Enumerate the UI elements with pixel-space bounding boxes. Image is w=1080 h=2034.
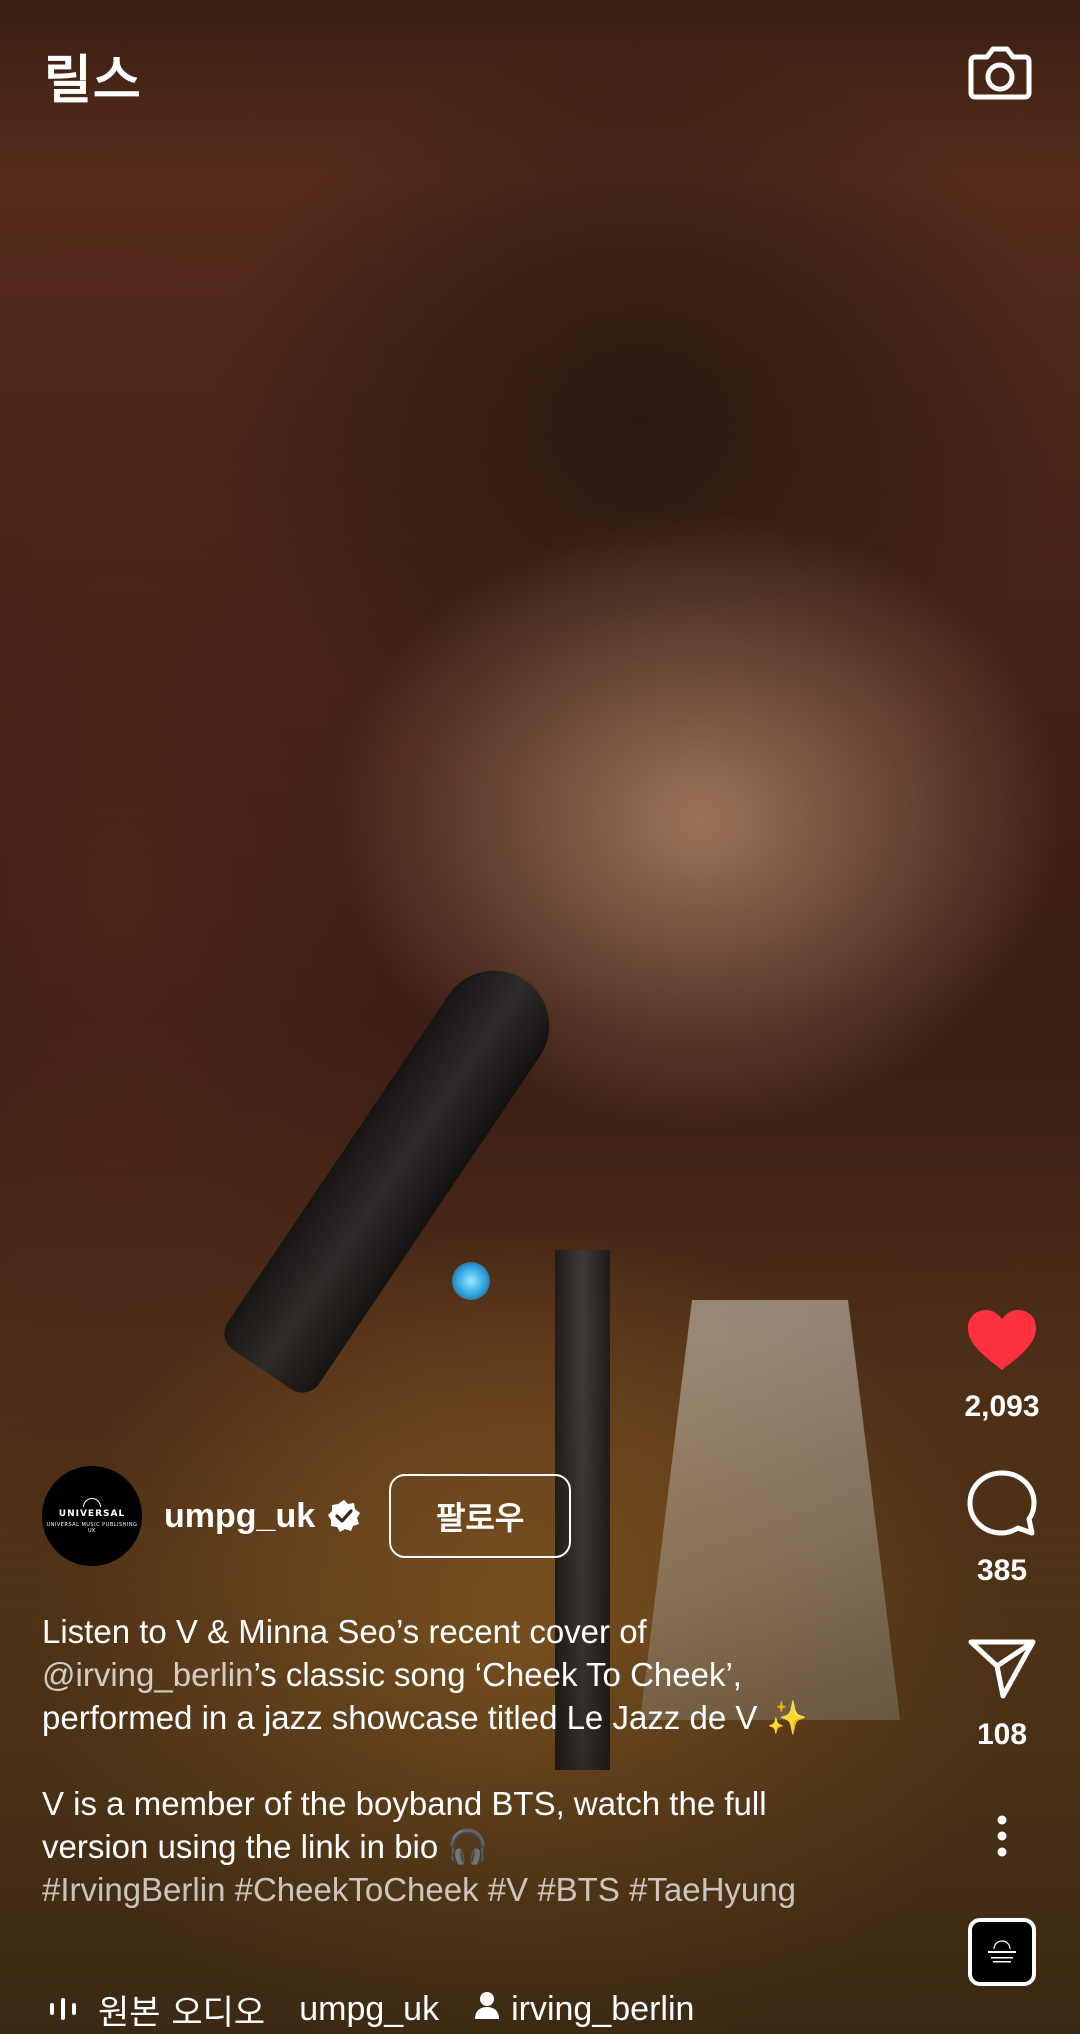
caption-line: @irving_berlin’s classic song ‘Cheek To … xyxy=(42,1653,922,1696)
hashtag-link[interactable]: #V xyxy=(488,1871,528,1908)
caption-line: version using the link in bio 🎧 xyxy=(42,1828,489,1865)
hashtag-link[interactable]: #CheekToCheek xyxy=(235,1871,479,1908)
caption-line: performed in a jazz showcase titled Le J… xyxy=(42,1699,808,1736)
like-count: 2,093 xyxy=(964,1390,1040,1423)
share-count: 108 xyxy=(976,1718,1028,1751)
like-button[interactable]: 2,093 xyxy=(962,1300,1042,1424)
share-button[interactable]: 108 xyxy=(962,1628,1042,1752)
author-row: UNIVERSAL UNIVERSAL MUSIC PUBLISHING UK … xyxy=(42,1466,572,1566)
comment-bubble-icon xyxy=(967,1470,1037,1536)
audio-thumbnail-button[interactable] xyxy=(968,1918,1036,1986)
more-options-button[interactable] xyxy=(972,1806,1032,1866)
page-title: 릴스 xyxy=(44,51,142,111)
audio-info-row: 원본 오디오 umpg_uk irving_berlin xyxy=(48,1985,694,2034)
video-microphone-led xyxy=(452,1262,490,1300)
comment-button[interactable]: 385 xyxy=(962,1464,1042,1588)
caption-line: Listen to V & Minna Seo’s recent cover o… xyxy=(42,1613,647,1650)
tagged-user-link[interactable]: irving_berlin xyxy=(473,1990,694,2029)
avatar[interactable]: UNIVERSAL UNIVERSAL MUSIC PUBLISHING UK xyxy=(42,1466,142,1566)
author-username[interactable]: umpg_uk xyxy=(164,1497,315,1536)
camera-button[interactable] xyxy=(964,36,1036,108)
mention-link[interactable]: @irving_berlin xyxy=(42,1656,253,1693)
top-shade-overlay xyxy=(0,0,1080,180)
camera-icon xyxy=(968,46,1032,100)
more-vertical-icon xyxy=(997,1815,1007,1857)
avatar-logo-text: UNIVERSAL xyxy=(58,1509,126,1519)
comment-count: 385 xyxy=(976,1554,1028,1587)
paper-plane-icon xyxy=(968,1639,1036,1699)
audio-bars-icon xyxy=(48,1996,78,2022)
original-audio-link[interactable]: 원본 오디오 xyxy=(98,1985,265,2034)
hashtag-link[interactable]: #TaeHyung xyxy=(629,1871,796,1908)
avatar-logo-subtext: UNIVERSAL MUSIC PUBLISHING UK xyxy=(46,1522,138,1534)
person-icon xyxy=(473,1990,501,2020)
reel-caption[interactable]: Listen to V & Minna Seo’s recent cover o… xyxy=(42,1610,922,1911)
verified-icon xyxy=(328,1500,361,1532)
caption-line: V is a member of the boyband BTS, watch … xyxy=(42,1785,767,1822)
heart-filled-icon xyxy=(968,1310,1036,1370)
audio-creator-link[interactable]: umpg_uk xyxy=(299,1990,439,2029)
tagged-user-label: irving_berlin xyxy=(511,1989,695,2028)
hashtag-link[interactable]: #IrvingBerlin xyxy=(42,1871,225,1908)
hashtag-list: #IrvingBerlin #CheekToCheek #V #BTS #Tae… xyxy=(42,1868,922,1911)
audio-cover-thumbnail xyxy=(988,1940,1016,1963)
follow-button[interactable]: 팔로우 xyxy=(389,1474,572,1558)
caption-text: ’s classic song ‘Cheek To Cheek’, xyxy=(253,1656,742,1693)
reel-action-bar: 2,093 385 108 xyxy=(950,1300,1054,1986)
globe-icon xyxy=(83,1498,101,1507)
hashtag-link[interactable]: #BTS xyxy=(537,1871,620,1908)
verified-badge xyxy=(327,1499,361,1533)
